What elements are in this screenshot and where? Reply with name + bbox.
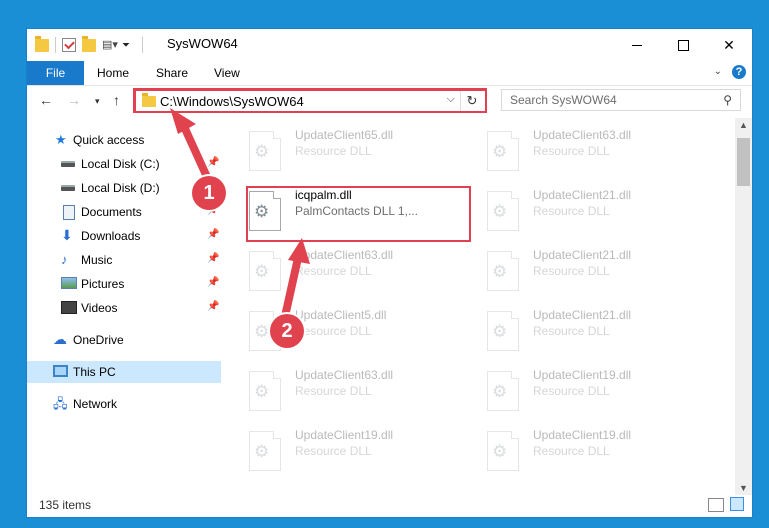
callout-arrows [170, 108, 310, 316]
arrow-to-file [282, 238, 310, 316]
callout-badge-1: 1 [192, 176, 226, 210]
callout-badge-2: 2 [270, 314, 304, 348]
